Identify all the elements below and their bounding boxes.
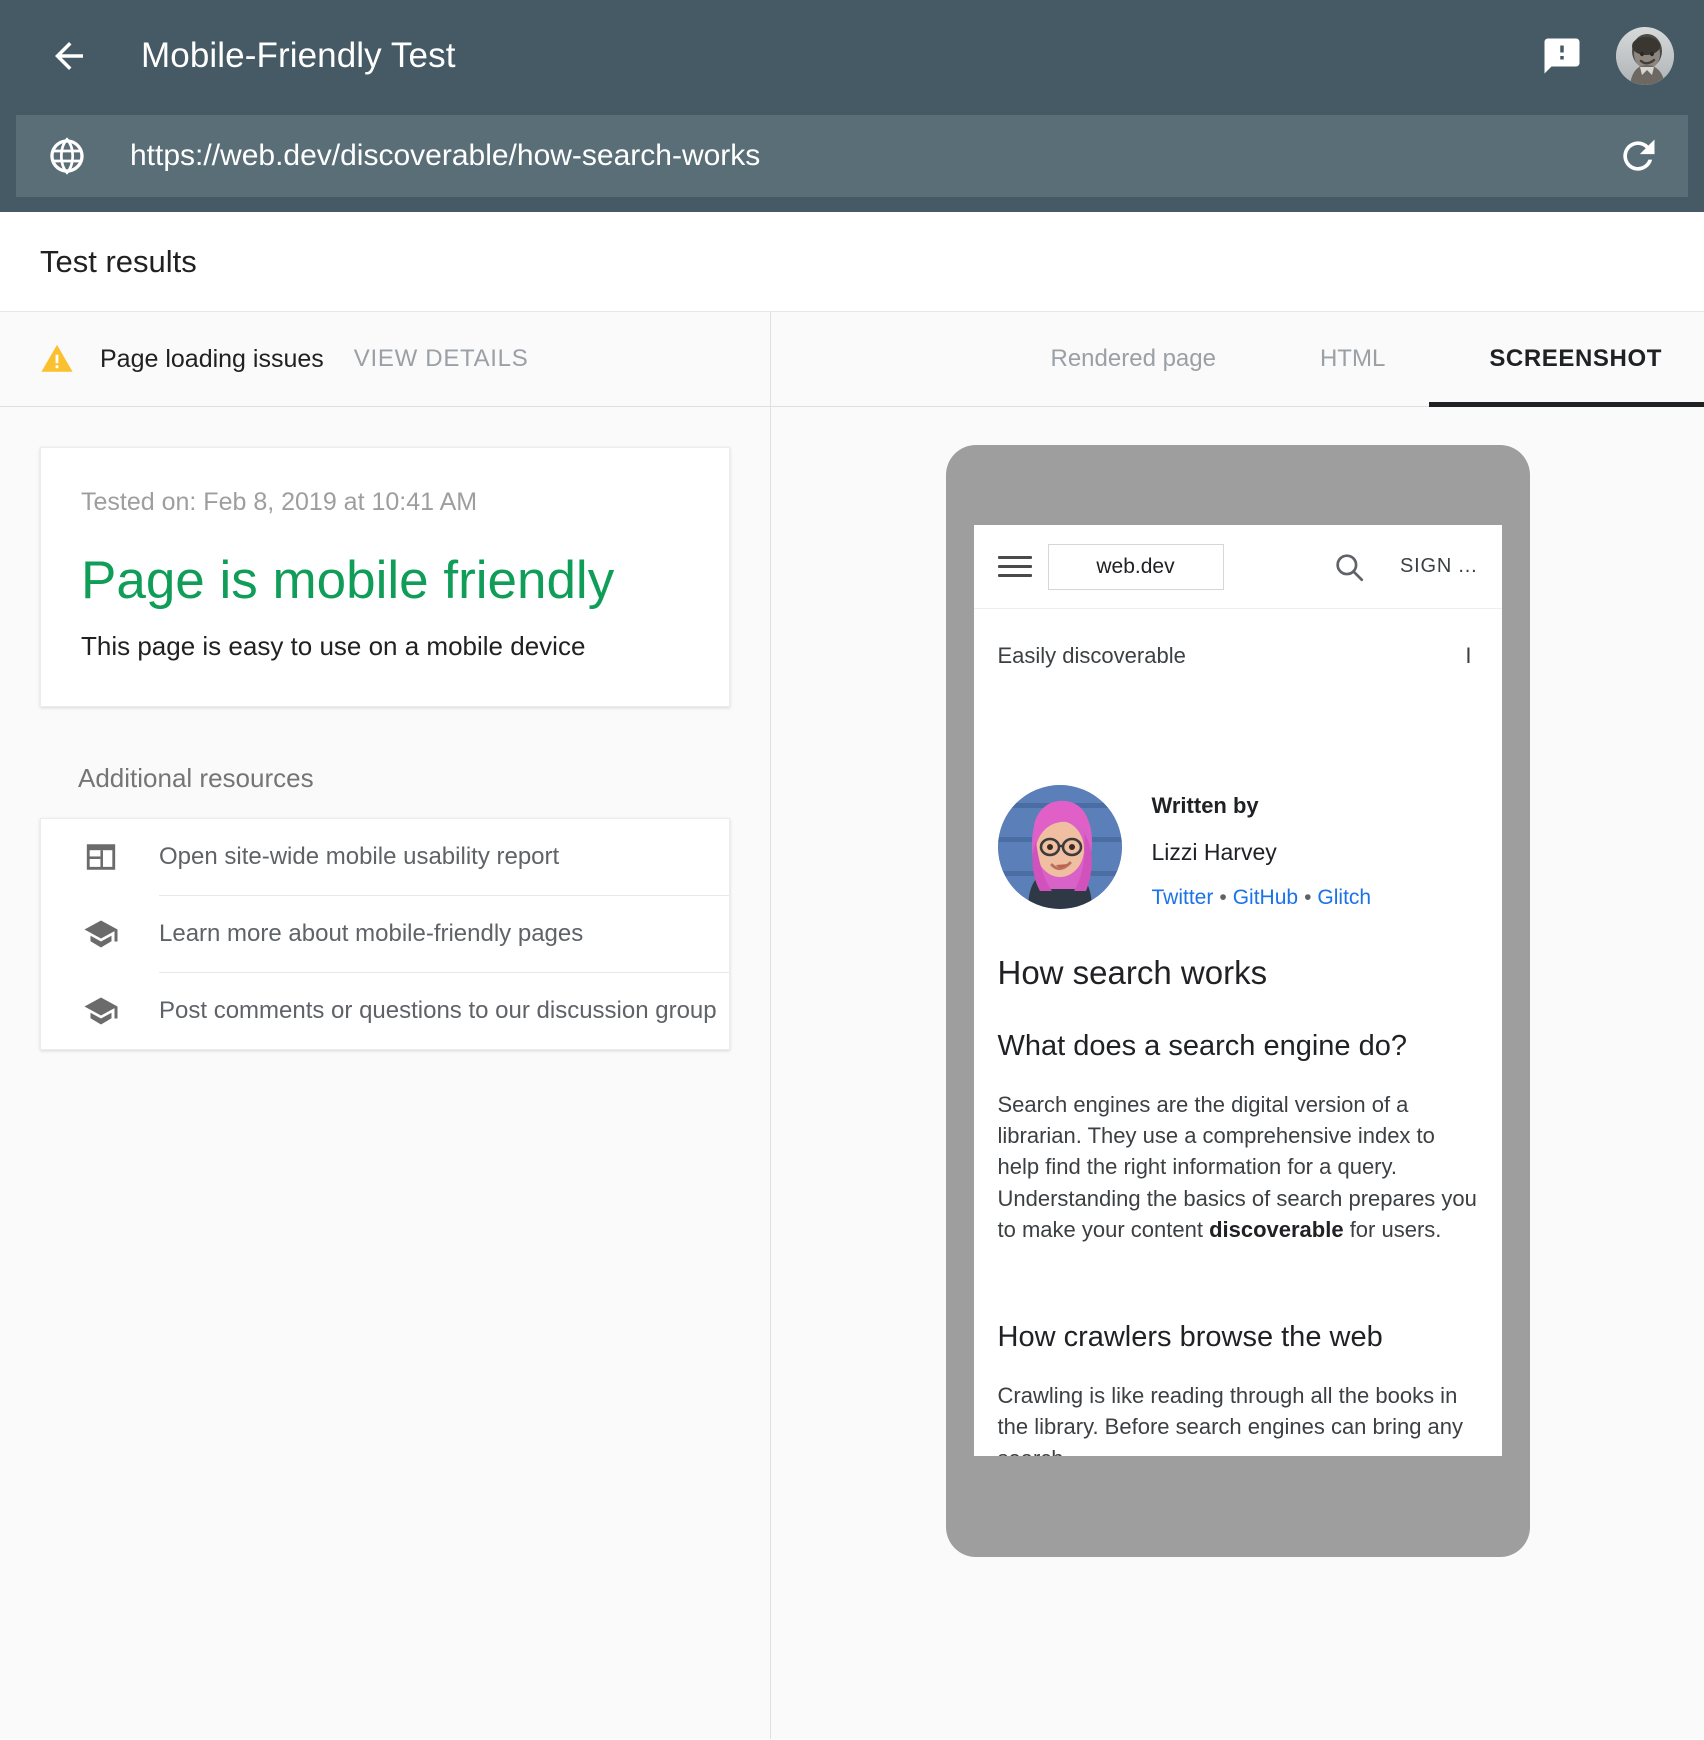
- breadcrumb-right-marker: I: [1465, 643, 1477, 669]
- article-paragraph-1: Search engines are the digital version o…: [998, 1089, 1478, 1245]
- breadcrumb: Easily discoverable I: [998, 609, 1478, 669]
- phone-preview-area: web.dev SIGN ...: [771, 407, 1704, 1739]
- mobile-friendly-test-app: Mobile-Friendly Test: [0, 0, 1704, 1740]
- author-links: Twitter•GitHub•Glitch: [1152, 886, 1372, 910]
- dashboard-report-icon: [81, 837, 121, 877]
- paragraph-1-bold-term: discoverable: [1209, 1217, 1344, 1242]
- author-avatar: [998, 785, 1122, 909]
- reload-button[interactable]: [1614, 132, 1662, 180]
- article-paragraph-2: Crawling is like reading through all the…: [998, 1380, 1478, 1456]
- author-link-glitch[interactable]: Glitch: [1317, 886, 1371, 909]
- preview-signin-button[interactable]: SIGN ...: [1400, 555, 1478, 578]
- preview-site-url[interactable]: web.dev: [1048, 544, 1224, 590]
- url-text[interactable]: https://web.dev/discoverable/how-search-…: [130, 139, 1614, 173]
- search-icon[interactable]: [1332, 550, 1366, 584]
- author-link-twitter[interactable]: Twitter: [1152, 886, 1214, 909]
- breadcrumb-label: Easily discoverable: [998, 643, 1186, 669]
- page-title: Mobile-Friendly Test: [141, 36, 456, 76]
- school-graduation-cap-icon: [81, 914, 121, 954]
- right-pane: Rendered page HTML SCREENSHOT web.dev: [771, 312, 1704, 1739]
- globe-icon: [46, 135, 88, 177]
- url-bar[interactable]: https://web.dev/discoverable/how-search-…: [16, 115, 1688, 197]
- verdict-headline: Page is mobile friendly: [81, 553, 687, 609]
- tab-screenshot[interactable]: SCREENSHOT: [1429, 312, 1704, 406]
- app-bar: Mobile-Friendly Test: [0, 0, 1704, 212]
- link-separator: •: [1219, 886, 1226, 909]
- page-loading-issues-bar: Page loading issues VIEW DETAILS: [0, 312, 770, 407]
- avatar-photo: [1616, 27, 1674, 85]
- body-split: Page loading issues VIEW DETAILS Tested …: [0, 312, 1704, 1739]
- list-item[interactable]: Post comments or questions to our discus…: [41, 973, 729, 1049]
- list-item-label: Learn more about mobile-friendly pages: [159, 920, 583, 948]
- article-title: How search works: [998, 954, 1478, 992]
- tab-html[interactable]: HTML: [1276, 312, 1429, 406]
- warning-triangle-icon: [40, 342, 74, 376]
- phone-screen: web.dev SIGN ...: [974, 525, 1502, 1456]
- article-section-heading-2: How crawlers browse the web: [998, 1321, 1478, 1354]
- results-heading: Test results: [40, 244, 197, 280]
- additional-resources-list: Open site-wide mobile usability report L…: [40, 818, 730, 1050]
- feedback-button[interactable]: [1536, 30, 1588, 82]
- article-section-heading-1: What does a search engine do?: [998, 1030, 1478, 1063]
- left-pane: Page loading issues VIEW DETAILS Tested …: [0, 312, 771, 1739]
- hamburger-menu-icon[interactable]: [998, 550, 1032, 583]
- preview-tabbar: Rendered page HTML SCREENSHOT: [771, 312, 1704, 407]
- list-item[interactable]: Open site-wide mobile usability report: [41, 819, 729, 895]
- additional-resources-title: Additional resources: [78, 763, 730, 794]
- paragraph-1-part-2: for users.: [1344, 1217, 1442, 1242]
- app-bar-row: Mobile-Friendly Test: [0, 0, 1704, 112]
- phone-frame: web.dev SIGN ...: [946, 445, 1530, 1557]
- author-link-github[interactable]: GitHub: [1233, 886, 1298, 909]
- verdict-subtitle: This page is easy to use on a mobile dev…: [81, 631, 687, 662]
- tested-on-timestamp: Tested on: Feb 8, 2019 at 10:41 AM: [81, 488, 687, 517]
- author-meta: Written by Lizzi Harvey Twitter•GitHub•G…: [1152, 785, 1372, 910]
- preview-page-body: Easily discoverable I: [974, 609, 1502, 1456]
- author-avatar-photo: [998, 785, 1122, 909]
- written-by-label: Written by: [1152, 793, 1372, 819]
- list-item[interactable]: Learn more about mobile-friendly pages: [41, 896, 729, 972]
- list-item-label: Open site-wide mobile usability report: [159, 843, 559, 871]
- link-separator: •: [1304, 886, 1311, 909]
- avatar[interactable]: [1616, 27, 1674, 85]
- results-header: Test results: [0, 212, 1704, 312]
- left-content: Tested on: Feb 8, 2019 at 10:41 AM Page …: [0, 407, 770, 1739]
- view-details-button[interactable]: VIEW DETAILS: [354, 345, 529, 373]
- preview-site-header: web.dev SIGN ...: [974, 525, 1502, 609]
- tab-rendered-page[interactable]: Rendered page: [1011, 312, 1276, 406]
- feedback-comment-alert-icon: [1541, 35, 1583, 77]
- verdict-card: Tested on: Feb 8, 2019 at 10:41 AM Page …: [40, 447, 730, 707]
- list-item-label: Post comments or questions to our discus…: [159, 997, 717, 1025]
- arrow-back-icon: [48, 35, 90, 77]
- author-name: Lizzi Harvey: [1152, 839, 1372, 866]
- back-button[interactable]: [40, 27, 98, 85]
- school-graduation-cap-icon: [81, 991, 121, 1031]
- author-block: Written by Lizzi Harvey Twitter•GitHub•G…: [998, 785, 1478, 910]
- status-label: Page loading issues: [100, 345, 324, 374]
